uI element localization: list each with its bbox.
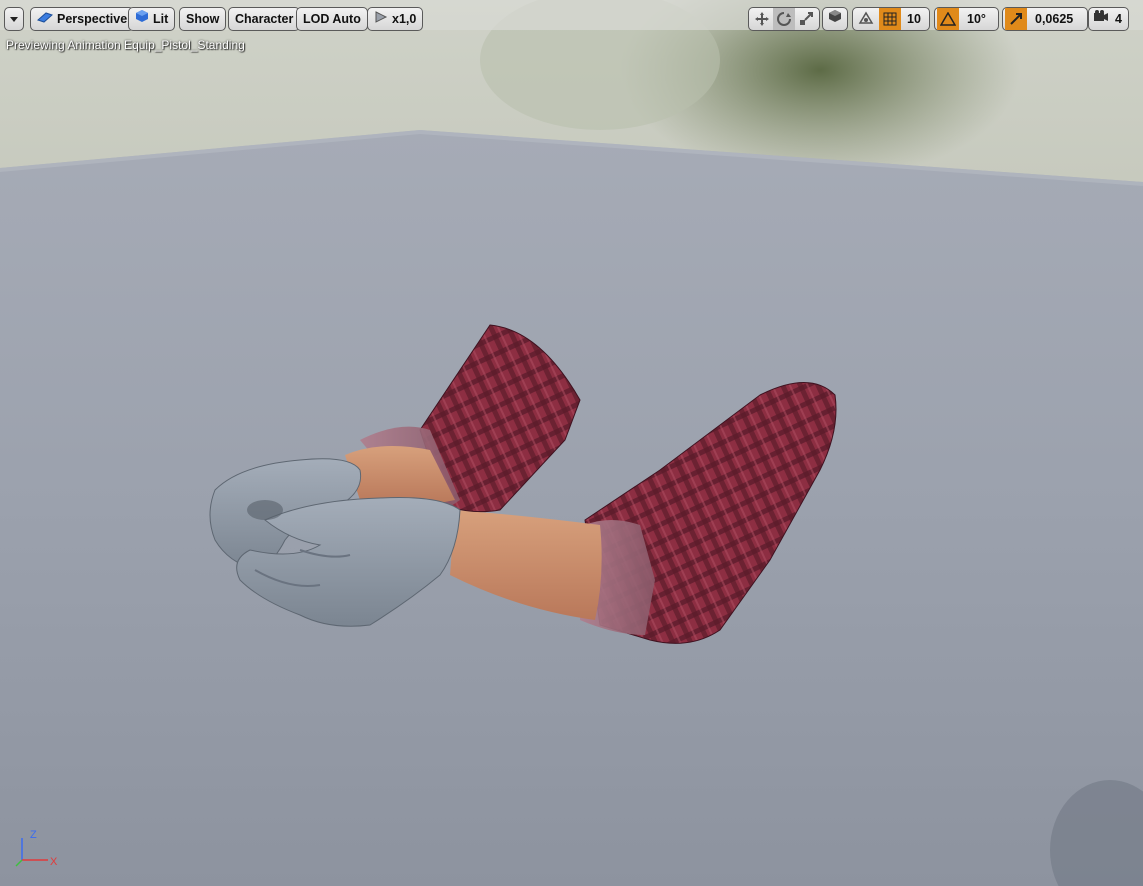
axis-z-label: Z: [30, 829, 37, 841]
show-label: Show: [186, 12, 220, 26]
grid-snap-group: 10: [852, 7, 930, 31]
character-label: Character: [235, 12, 294, 26]
rotation-snap-group: 10°: [934, 7, 999, 31]
play-speed-button[interactable]: x1,0: [367, 7, 424, 31]
camera-speed-button[interactable]: 4: [1088, 7, 1129, 31]
camera-icon: [1093, 8, 1109, 30]
play-speed-label: x1,0: [392, 12, 417, 26]
play-icon: [374, 8, 388, 30]
animation-viewport[interactable]: Perspective Lit Show Character LOD Auto …: [0, 0, 1143, 886]
rotation-snap-icon[interactable]: [937, 8, 959, 30]
perspective-button[interactable]: Perspective: [30, 7, 135, 31]
lod-label: LOD Auto: [303, 12, 361, 26]
transform-mode-group: [748, 7, 820, 31]
lod-button[interactable]: LOD Auto: [296, 7, 368, 31]
perspective-icon: [37, 8, 53, 30]
rotation-snap-value[interactable]: 10°: [961, 8, 992, 30]
surface-snap-icon[interactable]: [855, 8, 877, 30]
grid-snap-icon[interactable]: [879, 8, 901, 30]
character-button[interactable]: Character: [228, 7, 301, 31]
preview-status-text: Previewing Animation Equip_Pistol_Standi…: [6, 38, 245, 52]
viewport-scene[interactable]: [0, 0, 1143, 886]
viewport-toolbar: Perspective Lit Show Character LOD Auto …: [4, 6, 1139, 34]
coordinate-system-button[interactable]: [822, 7, 848, 31]
scale-snap-group: 0,0625: [1002, 7, 1089, 31]
show-button[interactable]: Show: [179, 7, 227, 31]
lit-label: Lit: [153, 12, 169, 26]
scale-snap-value[interactable]: 0,0625: [1029, 8, 1079, 30]
lit-button[interactable]: Lit: [128, 7, 176, 31]
translate-icon[interactable]: [751, 8, 773, 30]
rotate-icon[interactable]: [773, 8, 795, 30]
lit-cube-icon: [135, 8, 149, 30]
axis-gizmo: Z X: [15, 829, 58, 868]
grid-snap-value[interactable]: 10: [903, 8, 925, 30]
scale-icon[interactable]: [795, 8, 817, 30]
camera-speed-value: 4: [1115, 12, 1122, 26]
world-cube-icon: [827, 8, 843, 31]
chevron-down-icon: [9, 8, 19, 30]
viewport-options-button[interactable]: [4, 7, 24, 31]
scale-snap-icon[interactable]: [1005, 8, 1027, 30]
perspective-label: Perspective: [57, 12, 128, 26]
axis-x-label: X: [50, 856, 58, 868]
